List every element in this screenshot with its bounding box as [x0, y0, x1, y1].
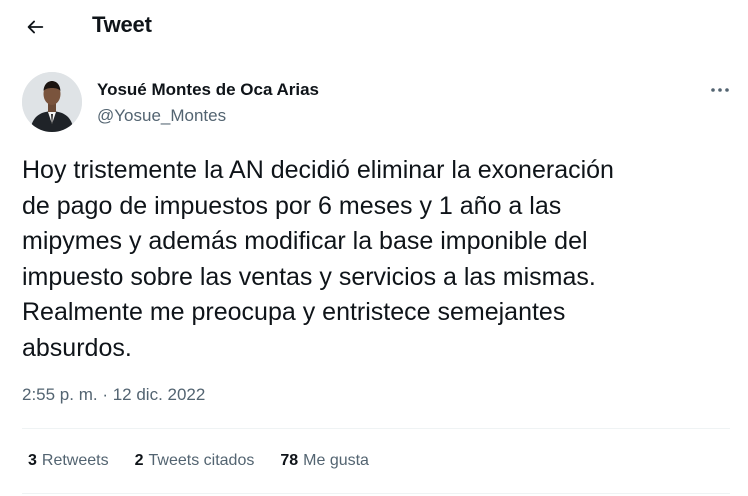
tweet-timestamp[interactable]: 2:55 p. m. · 12 dic. 2022 — [22, 385, 205, 405]
tweet-header: Tweet — [0, 0, 748, 52]
back-button[interactable] — [18, 10, 52, 44]
quote-tweets-label: Tweets citados — [148, 452, 255, 469]
likes-label: Me gusta — [303, 452, 369, 469]
tweet-text: Hoy tristemente la AN decidió eliminar l… — [22, 156, 614, 362]
avatar-photo — [22, 72, 82, 132]
arrow-left-icon — [27, 20, 44, 34]
more-horizontal-icon — [711, 88, 729, 92]
more-options-button[interactable] — [708, 80, 732, 100]
retweets-label: Retweets — [41, 452, 109, 469]
retweets-stat[interactable]: 3 Retweets — [28, 452, 109, 470]
divider-bottom — [22, 493, 730, 494]
retweets-count: 3 — [28, 452, 37, 469]
quote-tweets-count: 2 — [134, 452, 144, 469]
page-title: Tweet — [92, 12, 152, 37]
likes-count: 78 — [280, 452, 299, 469]
avatar[interactable] — [22, 72, 82, 132]
tweet-author: Yosué Montes de Oca Arias @Yosue_Montes — [22, 72, 722, 134]
author-display-name[interactable]: Yosué Montes de Oca Arias — [97, 80, 319, 100]
quote-tweets-stat[interactable]: 2 Tweets citados — [135, 452, 255, 470]
divider-top — [22, 428, 730, 429]
tweet-stats: 3 Retweets 2 Tweets citados 78 Me gusta — [28, 452, 369, 470]
author-handle[interactable]: @Yosue_Montes — [97, 106, 226, 126]
likes-stat[interactable]: 78 Me gusta — [280, 452, 369, 470]
